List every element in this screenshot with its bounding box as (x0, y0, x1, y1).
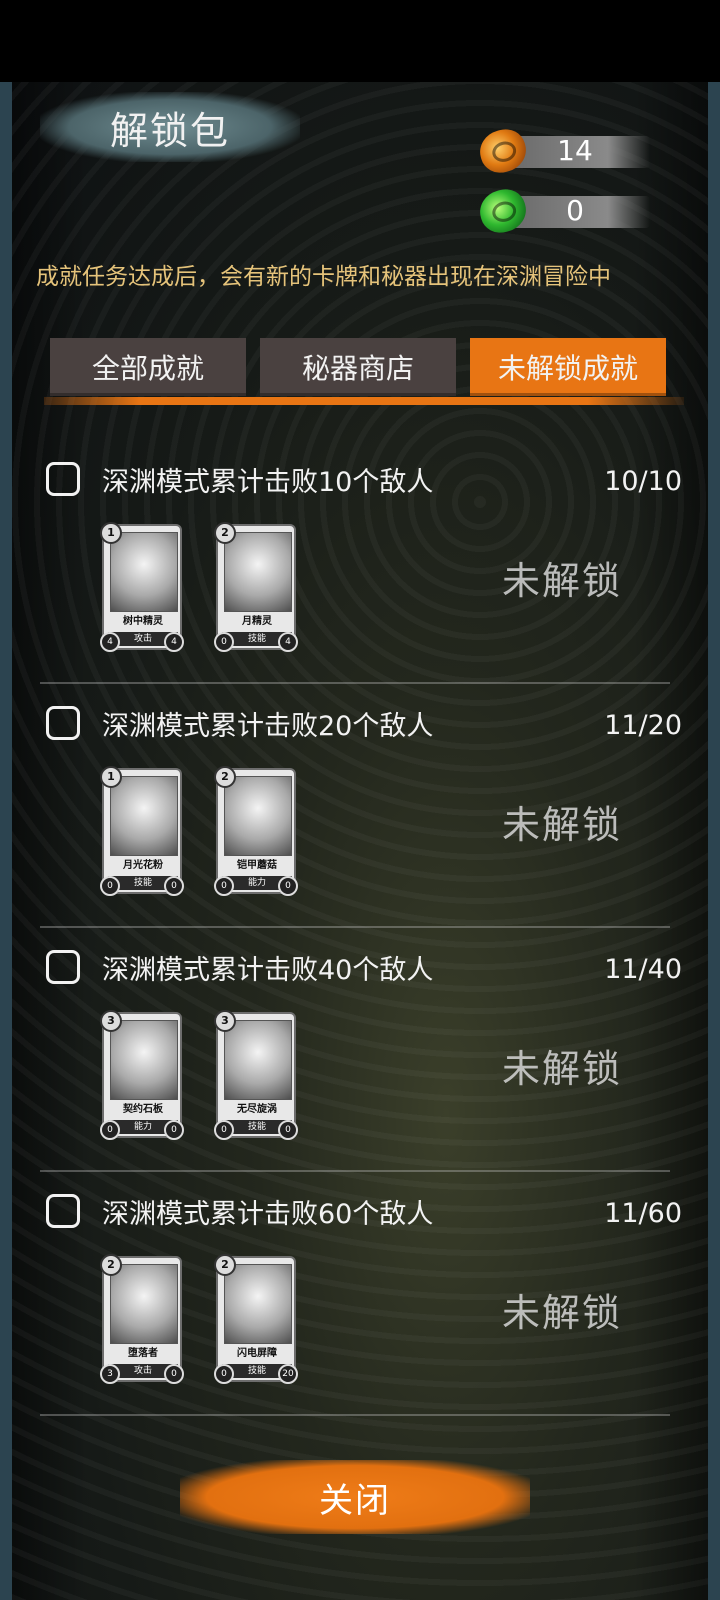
card-left-stat: 0 (214, 876, 234, 896)
panel-right-edge (708, 82, 720, 1600)
reward-card[interactable]: 2 铠甲蘑菇 能力 0 0 (214, 766, 298, 896)
card-art (224, 776, 292, 856)
card-left-stat: 0 (214, 1364, 234, 1384)
card-art (224, 1020, 292, 1100)
tab-locked-achievements[interactable]: 未解锁成就 (470, 338, 666, 396)
card-cost: 2 (214, 522, 236, 544)
item-divider (40, 1414, 670, 1416)
achievement-item: 深渊模式累计击败40个敌人 11/40 3 契约石板 能力 0 0 3 无尽旋涡… (36, 928, 686, 1172)
achievement-progress: 11/20 (604, 710, 682, 741)
achievement-item: 深渊模式累计击败10个敌人 10/10 1 树中精灵 攻击 4 4 2 月精灵 … (36, 440, 686, 684)
card-right-stat: 20 (278, 1364, 298, 1384)
card-art (110, 1020, 178, 1100)
achievement-checkbox[interactable] (46, 706, 80, 740)
tab-artifact-shop[interactable]: 秘器商店 (260, 338, 456, 396)
locked-label: 未解锁 (502, 803, 623, 847)
card-name: 铠甲蘑菇 (237, 860, 277, 871)
card-art (224, 532, 292, 612)
orange-currency: 14 (475, 124, 680, 178)
card-left-stat: 0 (214, 632, 234, 652)
achievement-task: 深渊模式累计击败40个敌人 (102, 955, 434, 986)
card-name: 树中精灵 (123, 616, 163, 627)
card-right-stat: 4 (278, 632, 298, 652)
card-cost: 2 (214, 1254, 236, 1276)
card-cost: 3 (214, 1010, 236, 1032)
card-name: 月光花粉 (123, 860, 163, 871)
card-art (110, 776, 178, 856)
reward-card[interactable]: 1 树中精灵 攻击 4 4 (100, 522, 184, 652)
reward-card[interactable]: 2 月精灵 技能 0 4 (214, 522, 298, 652)
card-name: 契约石板 (123, 1104, 163, 1115)
achievement-task: 深渊模式累计击败60个敌人 (102, 1199, 434, 1230)
achievement-list[interactable]: 深渊模式累计击败10个敌人 10/10 1 树中精灵 攻击 4 4 2 月精灵 … (36, 440, 686, 1445)
panel-left-edge (0, 82, 12, 1600)
tab-underline (44, 397, 684, 405)
reward-card[interactable]: 3 契约石板 能力 0 0 (100, 1010, 184, 1140)
orange-currency-value: 14 (557, 134, 593, 167)
card-right-stat: 0 (278, 1120, 298, 1140)
locked-label: 未解锁 (502, 1047, 623, 1091)
tab-all-achievements[interactable]: 全部成就 (50, 338, 246, 396)
card-left-stat: 4 (100, 632, 120, 652)
achievement-checkbox[interactable] (46, 1194, 80, 1228)
card-right-stat: 4 (164, 632, 184, 652)
card-name: 闪电屏障 (237, 1348, 277, 1359)
reward-card[interactable]: 1 月光花粉 技能 0 0 (100, 766, 184, 896)
card-left-stat: 0 (100, 1120, 120, 1140)
card-left-stat: 0 (214, 1120, 234, 1140)
reward-card[interactable]: 2 堕落者 攻击 3 0 (100, 1254, 184, 1384)
achievement-item: 深渊模式累计击败20个敌人 11/20 1 月光花粉 技能 0 0 2 铠甲蘑菇… (36, 684, 686, 928)
description-text: 成就任务达成后，会有新的卡牌和秘器出现在深渊冒险中 (36, 264, 611, 290)
title-banner: 解锁包 (40, 92, 300, 162)
card-left-stat: 0 (100, 876, 120, 896)
card-art (110, 1264, 178, 1344)
card-cost: 3 (100, 1010, 122, 1032)
card-left-stat: 3 (100, 1364, 120, 1384)
card-right-stat: 0 (164, 1364, 184, 1384)
achievement-task: 深渊模式累计击败20个敌人 (102, 711, 434, 742)
card-cost: 2 (100, 1254, 122, 1276)
card-name: 堕落者 (128, 1348, 158, 1359)
close-button[interactable]: 关闭 (180, 1460, 530, 1534)
card-cost: 1 (100, 766, 122, 788)
card-cost: 2 (214, 766, 236, 788)
locked-label: 未解锁 (502, 1291, 623, 1335)
tab-bar: 全部成就 秘器商店 未解锁成就 (50, 338, 670, 398)
green-currency: 0 (475, 184, 680, 238)
locked-label: 未解锁 (502, 559, 623, 603)
card-art (110, 532, 178, 612)
card-name: 无尽旋涡 (237, 1104, 277, 1115)
card-name: 月精灵 (242, 616, 272, 627)
card-cost: 1 (100, 522, 122, 544)
achievement-checkbox[interactable] (46, 462, 80, 496)
achievement-task: 深渊模式累计击败10个敌人 (102, 467, 434, 498)
achievement-progress: 11/40 (604, 954, 682, 985)
card-right-stat: 0 (164, 1120, 184, 1140)
achievement-checkbox[interactable] (46, 950, 80, 984)
achievement-progress: 11/60 (604, 1198, 682, 1229)
page-title: 解锁包 (109, 108, 230, 153)
achievement-item: 深渊模式累计击败60个敌人 11/60 2 堕落者 攻击 3 0 2 闪电屏障 … (36, 1172, 686, 1416)
reward-card[interactable]: 2 闪电屏障 技能 0 20 (214, 1254, 298, 1384)
green-currency-value: 0 (566, 194, 584, 227)
card-art (224, 1264, 292, 1344)
achievement-progress: 10/10 (604, 466, 682, 497)
reward-card[interactable]: 3 无尽旋涡 技能 0 0 (214, 1010, 298, 1140)
card-right-stat: 0 (164, 876, 184, 896)
card-right-stat: 0 (278, 876, 298, 896)
